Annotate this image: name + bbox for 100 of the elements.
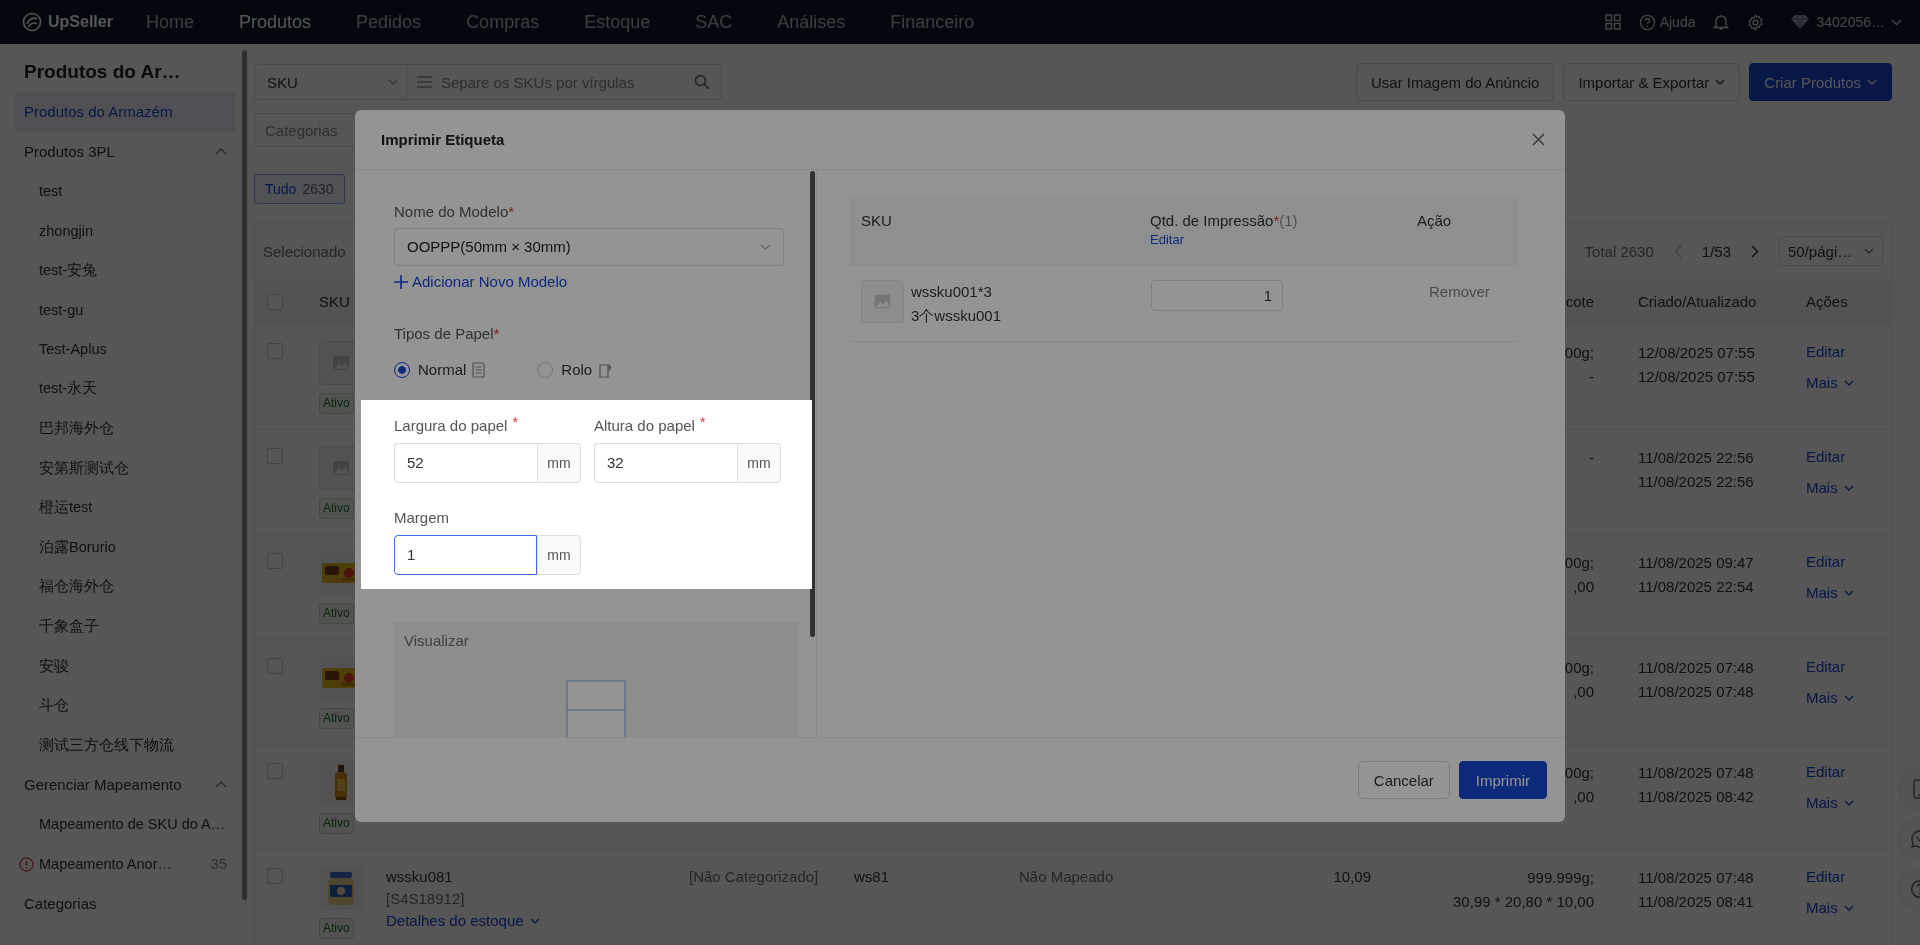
table-cell-text: 00g;	[1564, 343, 1594, 363]
caret-icon	[1843, 485, 1854, 491]
sidebar-item[interactable]: 安骏	[14, 646, 235, 686]
table-cell-text: ,00	[1573, 787, 1594, 807]
edit-link[interactable]: Editar	[1150, 231, 1393, 249]
help-link[interactable]: Ajuda	[1638, 13, 1696, 31]
sidebar-item[interactable]: test-gu	[14, 289, 235, 330]
more-link[interactable]: Mais	[1806, 477, 1854, 499]
sidebar-item[interactable]: zhongjin	[14, 210, 235, 251]
logo-icon	[22, 12, 42, 32]
sidebar-group[interactable]: Produtos 3PL	[14, 131, 235, 172]
more-link[interactable]: Mais	[1806, 372, 1854, 394]
more-link[interactable]: Mais	[1806, 687, 1854, 709]
toolbar-button[interactable]: Criar Produtos	[1749, 63, 1892, 101]
more-link[interactable]: Mais	[1806, 792, 1854, 814]
nav-link[interactable]: Produtos	[239, 11, 312, 33]
table-cell-text: 10,09	[1333, 867, 1371, 887]
radio-option[interactable]: Normal	[394, 361, 486, 379]
column-header: Ações	[1806, 293, 1848, 310]
settings-icon[interactable]	[1747, 13, 1765, 31]
number-field[interactable]: 1	[394, 534, 537, 575]
field-label: Nome do Modelo*	[394, 202, 516, 222]
sidebar-item[interactable]: 测试三方仓线下物流	[14, 725, 235, 766]
list-icon	[417, 76, 432, 88]
radio-button[interactable]	[394, 361, 410, 378]
caret-icon	[388, 79, 398, 85]
table-cell-text: 00g;	[1564, 553, 1594, 573]
edit-link[interactable]: Editar	[1806, 656, 1846, 678]
search-icon[interactable]	[694, 74, 710, 90]
close-icon	[1532, 133, 1545, 146]
created-date: 11/08/2025 22:56	[1638, 448, 1755, 468]
table-cell-text: ,00	[1573, 682, 1594, 702]
previous-page-icon[interactable]	[1673, 244, 1682, 258]
next-page-icon[interactable]	[1751, 244, 1759, 258]
dialog-button[interactable]: Cancelar	[1357, 761, 1450, 799]
sidebar-item[interactable]: 安第斯测试仓	[14, 448, 235, 488]
template-select[interactable]: OOPPP(50mm × 30mm)	[394, 228, 784, 266]
remove-link[interactable]: Remover	[1429, 283, 1490, 300]
sidebar-item[interactable]: Test-Aplus	[14, 329, 235, 370]
account-id[interactable]: 3402056…	[1816, 14, 1885, 30]
status-tag: Ativo	[319, 708, 354, 729]
unit-addon: mm	[537, 534, 581, 575]
scrollbar-thumb[interactable]	[242, 50, 247, 900]
edit-link[interactable]: Editar	[1806, 866, 1846, 888]
product-name: wssku081	[386, 867, 454, 887]
page-size-select[interactable]: 50/pági…	[1779, 236, 1883, 266]
number-field[interactable]: 52	[394, 442, 537, 483]
caret-icon	[529, 918, 540, 924]
dialog-button[interactable]: Imprimir	[1458, 761, 1547, 799]
edit-link[interactable]: Editar	[1806, 551, 1846, 573]
toolbar-button[interactable]: Importar & Exportar	[1563, 63, 1741, 101]
edit-link[interactable]: Editar	[1806, 341, 1846, 363]
status-tag: Ativo	[319, 393, 354, 414]
sidebar-item[interactable]: Produtos do Armazém	[14, 92, 235, 132]
column-header: SKU	[319, 293, 350, 310]
sidebar-group[interactable]: Gerenciar Mapeamento	[14, 765, 235, 805]
radio-option[interactable]: Rolo	[537, 361, 615, 379]
sidebar-item[interactable]: Mapeamento de SKU do A…	[14, 804, 235, 845]
table-cell-text: 00g;	[1564, 658, 1594, 678]
add-template-link[interactable]: Adicionar Novo Modelo	[394, 271, 568, 292]
sidebar-item[interactable]: 橙运test	[14, 487, 235, 528]
updated-date: 11/08/2025 22:56	[1638, 472, 1755, 492]
sku-code: wssku001*3	[911, 282, 993, 302]
sidebar-item[interactable]: test-永天	[14, 369, 235, 409]
more-link[interactable]: Mais	[1806, 897, 1854, 919]
sidebar-item[interactable]: 福仓海外仓	[14, 567, 235, 607]
created-date: 11/08/2025 07:48	[1638, 658, 1755, 678]
stock-details-link[interactable]: Detalhes do estoque	[386, 910, 540, 932]
help-icon	[1638, 13, 1656, 31]
sidebar-item[interactable]: 千象盒子	[14, 606, 235, 647]
sidebar-item[interactable]: Categorias	[14, 883, 235, 924]
edit-link[interactable]: Editar	[1806, 446, 1846, 468]
caret-icon	[1843, 590, 1854, 596]
unit-addon: mm	[737, 442, 781, 483]
number-field[interactable]: 32	[594, 442, 737, 483]
created-date: 12/08/2025 07:55	[1638, 343, 1756, 363]
caret-icon[interactable]	[1891, 18, 1902, 26]
scrollbar-thumb[interactable]	[810, 171, 815, 637]
column-header: Criado/Atualizado	[1638, 293, 1757, 310]
table-cell-text: 30,99 * 20,80 * 10,00	[1453, 892, 1594, 912]
quantity-field[interactable]: 1	[1151, 280, 1283, 311]
sku-name: 3个wssku001	[911, 306, 1002, 326]
table-cell-text: -	[1589, 448, 1594, 468]
sidebar-item[interactable]: 斗仓	[14, 685, 235, 726]
toolbar-button[interactable]: Usar Imagem do Anúncio	[1356, 63, 1555, 101]
sidebar-item[interactable]: 巴邦海外仓	[14, 408, 235, 449]
bell-icon[interactable]	[1713, 13, 1730, 31]
more-link[interactable]: Mais	[1806, 582, 1854, 604]
unit-addon: mm	[537, 442, 581, 483]
caret-icon	[1843, 695, 1854, 701]
caret-icon	[760, 243, 771, 250]
sidebar-item[interactable]: test-安兔	[14, 250, 235, 290]
table-cell: ws81	[854, 868, 890, 885]
sidebar-item[interactable]: test	[14, 171, 235, 211]
edit-link[interactable]: Editar	[1806, 761, 1846, 783]
sidebar-item[interactable]: 泊露Borurio	[14, 527, 235, 568]
apps-grid-icon[interactable]	[1604, 14, 1621, 30]
updated-date: 11/08/2025 07:48	[1638, 682, 1755, 702]
search-type-select[interactable]: SKU	[254, 64, 407, 100]
table-cell-text: ,00	[1573, 577, 1594, 597]
